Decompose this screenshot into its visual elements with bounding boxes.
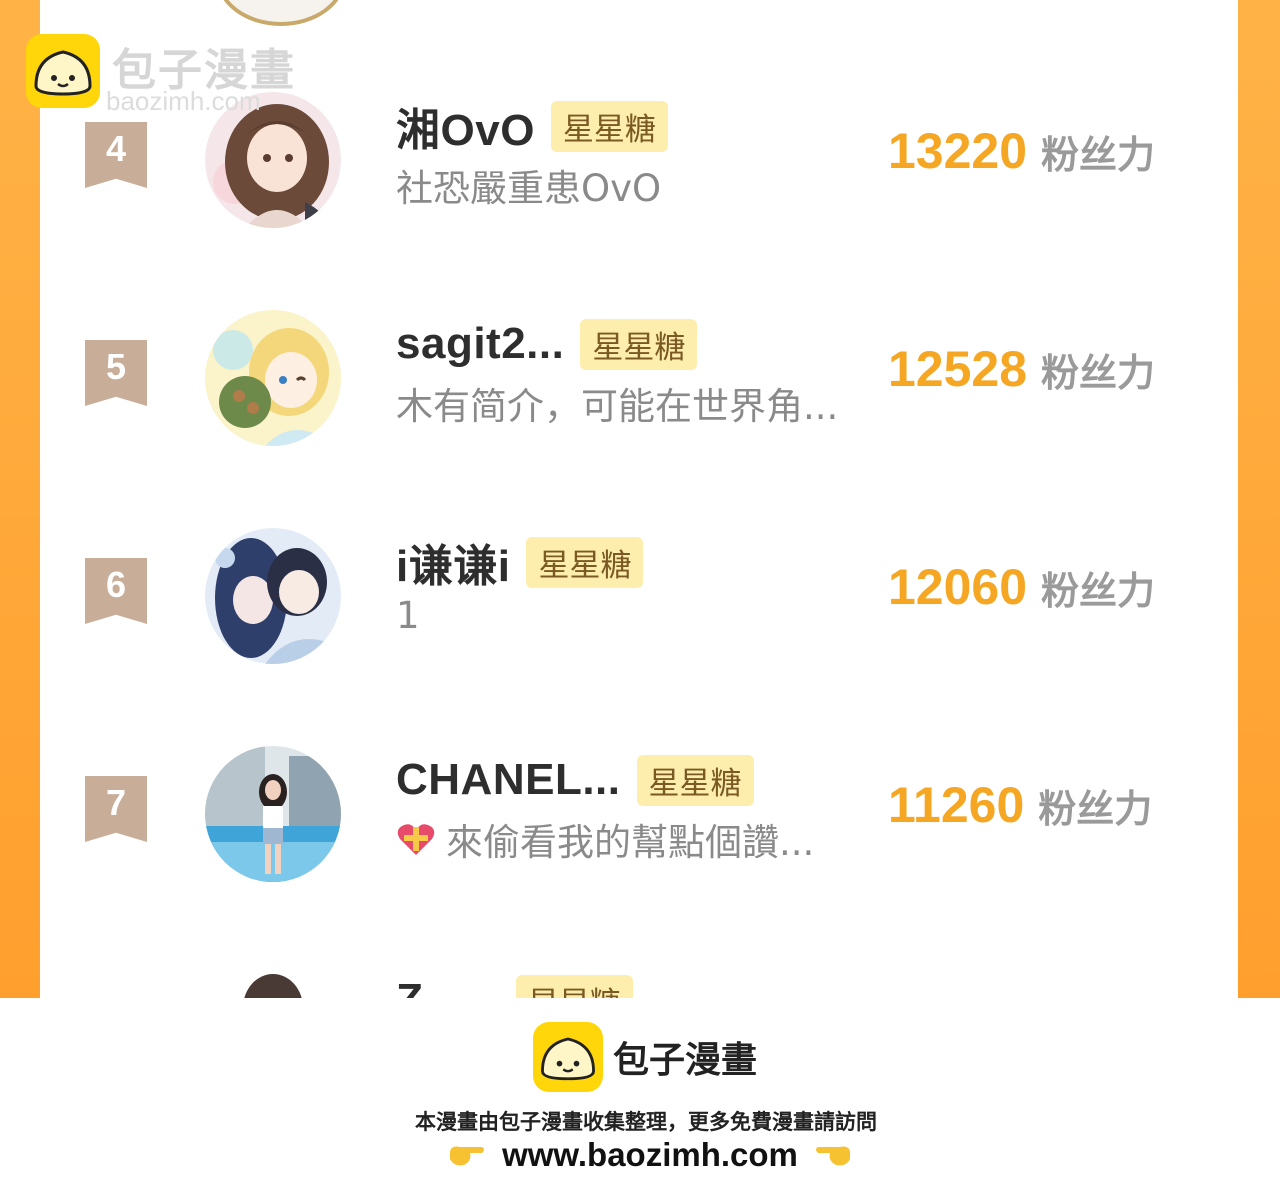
user-bio: 1 [396,594,420,637]
user-avatar[interactable] [205,310,341,446]
rank-badge: 4 [85,122,147,188]
fan-score: 13220 粉丝力 [888,122,1155,180]
rank-badge: 5 [85,340,147,406]
footer: 包子漫畫 本漫畫由包子漫畫收集整理，更多免費漫畫請訪問 www.baozimh.… [0,998,1280,1199]
user-bio: 木有简介，可能在世界角... [396,376,838,430]
user-name[interactable]: 湘OvO [396,94,535,158]
user-avatar[interactable] [205,746,341,882]
watermark-url: baozimh.com [106,86,261,116]
user-name[interactable]: Z...... [396,975,500,998]
ranking-row[interactable]: 4 湘OvO 星星糖 社恐嚴重患OvO 13220 粉丝力 [40,92,1238,272]
ranking-row[interactable]: 7 CHANEL... 星星糖 來偷看我的幫點個讚... 11260 粉丝力 [40,746,1238,926]
pointing-left-hand-icon [812,1141,852,1169]
score-value: 13220 [888,123,1028,179]
footer-brand[interactable]: 包子漫畫 [533,1022,757,1092]
score-unit: 粉丝力 [1041,133,1156,177]
baozi-logo-icon [533,1022,603,1092]
pointing-right-hand-icon [448,1141,488,1169]
baozi-logo-icon [26,34,100,108]
score-value: 12060 [888,559,1028,615]
orange-frame: 4 湘OvO 星星糖 社恐嚴重患OvO 13220 粉丝力 5 sagit2..… [0,0,1280,998]
score-unit: 粉丝力 [1041,569,1156,613]
ranking-row[interactable]: 5 sagit2... 星星糖 木有简介，可能在世界角... 12528 粉丝力 [40,310,1238,490]
user-name[interactable]: i谦谦i [396,530,510,594]
user-bio-text: 社恐嚴重患OvO [396,167,662,210]
footer-url-link[interactable]: www.baozimh.com [502,1136,798,1174]
fan-score: 12060 粉丝力 [888,558,1155,616]
ranking-row[interactable]: 6 i谦谦i 星星糖 1 12060 粉丝力 [40,528,1238,708]
footer-url-line: www.baozimh.com [0,1136,1280,1174]
avatar-rank-3-partial[interactable] [216,0,346,26]
user-bio-text: 來偷看我的幫點個讚... [446,821,815,864]
user-bio-text: 1 [396,594,420,637]
footer-note: 本漫畫由包子漫畫收集整理，更多免費漫畫請訪問 [415,1110,877,1134]
user-tag: 星星糖 [526,536,644,588]
watermark: 包子漫畫 baozimh.com [26,34,316,116]
score-unit: 粉丝力 [1041,351,1156,395]
user-bio: 社恐嚴重患OvO [396,158,661,212]
user-tag: 星星糖 [550,100,668,152]
ranking-row-partial[interactable]: Z...... 星星糖 [40,972,1238,998]
rank-badge: 7 [85,776,147,842]
user-bio: 來偷看我的幫點個讚... [396,812,814,866]
user-bio-text: 木有简介，可能在世界角... [396,385,839,428]
fan-score: 12528 粉丝力 [888,340,1155,398]
user-name[interactable]: sagit2... [396,319,564,369]
user-avatar[interactable] [205,972,341,998]
score-value: 12528 [888,341,1028,397]
user-avatar[interactable] [205,528,341,664]
rank-badge: 6 [85,558,147,624]
score-value: 11260 [888,777,1025,833]
score-unit: 粉丝力 [1038,787,1153,831]
user-tag: 星星糖 [515,974,633,998]
footer-brand-title: 包子漫畫 [613,1040,758,1081]
ranking-panel: 4 湘OvO 星星糖 社恐嚴重患OvO 13220 粉丝力 5 sagit2..… [40,0,1238,998]
user-tag: 星星糖 [636,754,754,806]
user-tag: 星星糖 [580,318,698,370]
fan-score: 11260 粉丝力 [888,776,1152,834]
heart-gift-icon [396,821,436,857]
user-name[interactable]: CHANEL... [396,755,621,805]
